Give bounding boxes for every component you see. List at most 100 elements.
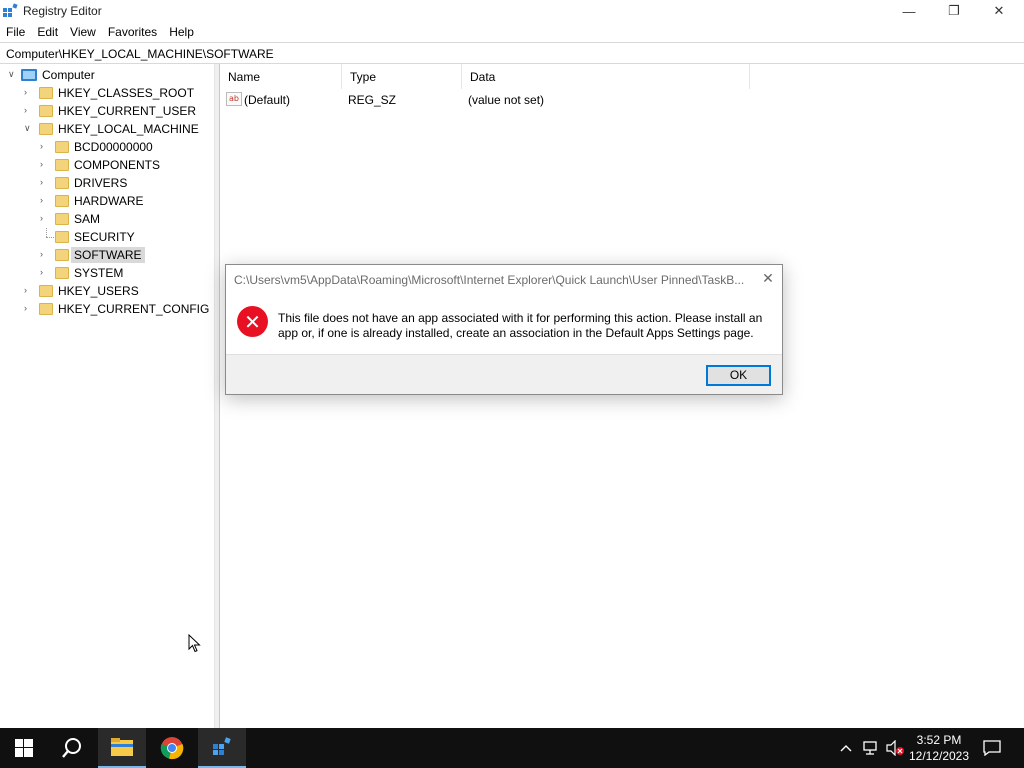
start-button[interactable]	[0, 728, 48, 768]
tree-node-components[interactable]: › COMPONENTS	[0, 156, 215, 174]
tree-label: HARDWARE	[74, 194, 144, 208]
value-name: (Default)	[244, 93, 291, 107]
registry-tree: ∨ Computer › HKEY_CLASSES_ROOT › HKEY_CU…	[0, 64, 215, 728]
dialog-close-icon[interactable]: ✕	[760, 270, 776, 286]
maximize-button[interactable]: ❐	[931, 0, 977, 22]
chevron-right-icon[interactable]: ›	[40, 267, 50, 277]
notification-icon	[983, 740, 1001, 756]
folder-icon	[55, 249, 69, 261]
close-button[interactable]: ✕	[976, 0, 1022, 22]
chevron-down-icon[interactable]: ∨	[8, 69, 18, 79]
error-icon: ✕	[237, 306, 268, 337]
tree-label-computer: Computer	[42, 68, 95, 82]
tree-label-selected: SOFTWARE	[71, 247, 145, 263]
address-bar[interactable]: Computer\HKEY_LOCAL_MACHINE\SOFTWARE	[0, 42, 1024, 64]
values-list: Name Type Data ab (Default) REG_SZ (valu…	[220, 64, 1024, 728]
tree-node-hkey-local-machine[interactable]: ∨ HKEY_LOCAL_MACHINE	[0, 120, 215, 138]
tree-node-software[interactable]: › SOFTWARE	[0, 246, 215, 264]
tree-label: HKEY_CURRENT_USER	[58, 104, 197, 118]
dialog-title: C:\Users\vm5\AppData\Roaming\Microsoft\I…	[234, 273, 745, 287]
list-row[interactable]: ab (Default) REG_SZ (value not set)	[220, 90, 1024, 108]
value-data: (value not set)	[468, 93, 545, 107]
start-icon	[15, 739, 33, 757]
folder-icon	[55, 159, 69, 171]
tree-node-hardware[interactable]: › HARDWARE	[0, 192, 215, 210]
file-explorer-icon	[111, 738, 133, 756]
chevron-right-icon[interactable]: ›	[24, 87, 34, 97]
tree-label: DRIVERS	[74, 176, 128, 190]
search-button[interactable]	[48, 728, 96, 768]
tree-label: HKEY_USERS	[58, 284, 139, 298]
tree-node-bcd[interactable]: › BCD00000000	[0, 138, 215, 156]
folder-icon	[39, 87, 53, 99]
registry-editor-icon	[3, 3, 18, 17]
tray-network-button[interactable]	[860, 728, 882, 768]
tree-node-system[interactable]: › SYSTEM	[0, 264, 215, 282]
clock-date: 12/12/2023	[908, 749, 970, 763]
tree-connector-line	[46, 228, 47, 237]
chrome-icon	[160, 737, 184, 760]
taskbar-clock[interactable]: 3:52 PM 12/12/2023	[902, 732, 976, 764]
tree-node-hkey-current-user[interactable]: › HKEY_CURRENT_USER	[0, 102, 215, 120]
taskbar: 3:52 PM 12/12/2023	[0, 728, 1024, 768]
tree-node-hkey-users[interactable]: › HKEY_USERS	[0, 282, 215, 300]
chevron-right-icon[interactable]: ›	[24, 303, 34, 313]
tree-label: SYSTEM	[74, 266, 124, 280]
list-header: Name Type Data	[220, 64, 1024, 89]
chevron-right-icon[interactable]: ›	[40, 249, 50, 259]
tree-node-hkey-classes-root[interactable]: › HKEY_CLASSES_ROOT	[0, 84, 215, 102]
chevron-right-icon[interactable]: ›	[24, 285, 34, 295]
chevron-right-icon[interactable]: ›	[40, 195, 50, 205]
dialog-footer: OK	[226, 354, 782, 394]
folder-icon	[39, 123, 53, 135]
menu-view[interactable]: View	[64, 22, 102, 42]
taskbar-chrome[interactable]	[148, 728, 196, 768]
minimize-button[interactable]: —	[886, 0, 932, 22]
taskbar-registry-editor[interactable]	[198, 728, 246, 768]
tree-label: HKEY_LOCAL_MACHINE	[58, 122, 199, 136]
tree-label: SECURITY	[74, 230, 135, 244]
tree-node-hkey-current-config[interactable]: › HKEY_CURRENT_CONFIG	[0, 300, 215, 318]
mouse-cursor-icon	[188, 634, 201, 653]
folder-icon	[55, 141, 69, 153]
chevron-down-icon[interactable]: ∨	[24, 123, 34, 133]
column-header-name[interactable]: Name	[220, 64, 342, 89]
notifications-button[interactable]	[978, 728, 1006, 768]
clock-time: 3:52 PM	[916, 733, 962, 747]
chevron-right-icon[interactable]: ›	[40, 141, 50, 151]
tree-node-sam[interactable]: › SAM	[0, 210, 215, 228]
chevron-right-icon[interactable]: ›	[40, 213, 50, 223]
menu-bar: File Edit View Favorites Help	[0, 22, 1024, 42]
chevron-right-icon[interactable]: ›	[40, 177, 50, 187]
tray-overflow-button[interactable]	[836, 728, 856, 768]
menu-edit[interactable]: Edit	[31, 22, 64, 42]
folder-icon	[55, 267, 69, 279]
chevron-up-icon	[840, 745, 852, 752]
computer-icon	[21, 69, 37, 81]
error-dialog: C:\Users\vm5\AppData\Roaming\Microsoft\I…	[225, 264, 783, 395]
menu-help[interactable]: Help	[163, 22, 200, 42]
chevron-right-icon[interactable]: ›	[40, 159, 50, 169]
folder-icon	[55, 213, 69, 225]
taskbar-file-explorer[interactable]	[98, 728, 146, 768]
tree-node-drivers[interactable]: › DRIVERS	[0, 174, 215, 192]
menu-favorites[interactable]: Favorites	[102, 22, 163, 42]
tree-label: HKEY_CLASSES_ROOT	[58, 86, 195, 100]
registry-editor-icon	[213, 737, 231, 755]
tree-label: HKEY_CURRENT_CONFIG	[58, 302, 210, 316]
folder-icon	[55, 231, 69, 243]
column-header-type[interactable]: Type	[342, 64, 462, 89]
tree-node-computer[interactable]: ∨ Computer	[0, 66, 215, 84]
chevron-right-icon[interactable]: ›	[24, 105, 34, 115]
ok-button[interactable]: OK	[706, 365, 771, 386]
dialog-message: This file does not have an app associate…	[278, 311, 763, 340]
tree-label: SAM	[74, 212, 101, 226]
folder-icon	[55, 177, 69, 189]
menu-file[interactable]: File	[0, 22, 31, 42]
network-icon	[863, 741, 877, 755]
column-header-data[interactable]: Data	[462, 64, 750, 89]
tree-node-security[interactable]: SECURITY	[0, 228, 215, 246]
address-path[interactable]: Computer\HKEY_LOCAL_MACHINE\SOFTWARE	[6, 47, 274, 61]
folder-icon	[39, 285, 53, 297]
folder-icon	[55, 195, 69, 207]
